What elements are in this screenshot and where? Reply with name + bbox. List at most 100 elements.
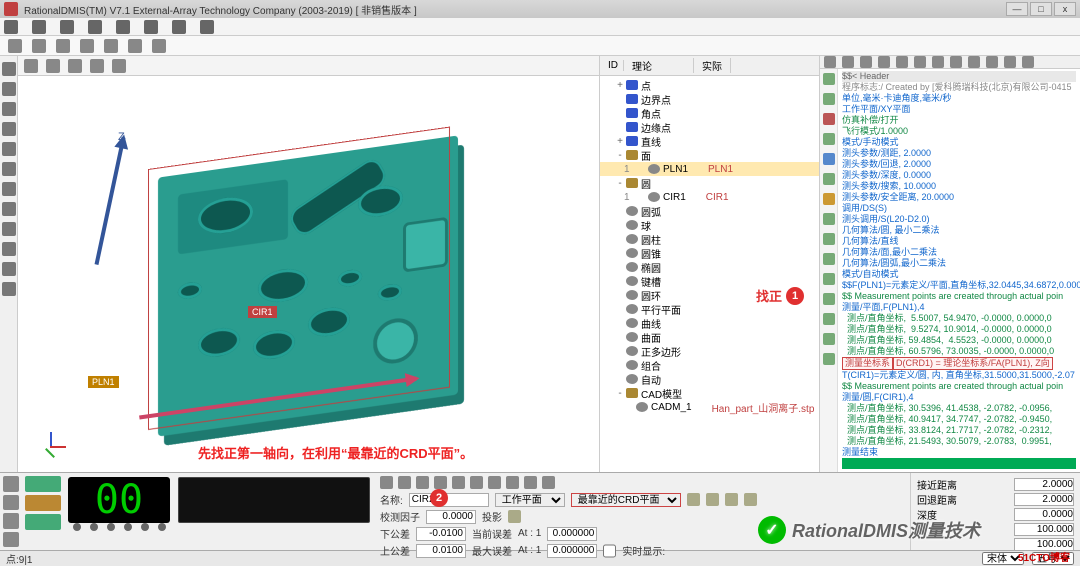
tree-row[interactable]: 组合 xyxy=(600,358,819,372)
tree-col-actual[interactable]: 实际 xyxy=(694,58,731,73)
gutter-icon[interactable] xyxy=(823,333,835,345)
menu-icon-8[interactable] xyxy=(200,20,214,34)
program-code[interactable]: $$< Header程序标志:/ Created by [爱科腾瑞科技(北京)有… xyxy=(838,69,1080,472)
form-tool-diamond-icon[interactable] xyxy=(380,476,393,489)
prog-icon[interactable] xyxy=(932,56,944,68)
tree-row[interactable]: 曲线 xyxy=(600,316,819,330)
tool-icon[interactable] xyxy=(2,182,16,196)
tool-icon[interactable] xyxy=(2,82,16,96)
bl-icon[interactable] xyxy=(3,513,19,529)
realtime-checkbox[interactable] xyxy=(603,544,616,558)
gutter-icon[interactable] xyxy=(823,73,835,85)
menu-icon-4[interactable] xyxy=(88,20,102,34)
prog-icon[interactable] xyxy=(950,56,962,68)
prog-icon[interactable] xyxy=(896,56,908,68)
form-tool-icon[interactable] xyxy=(488,476,501,489)
tool-icon[interactable] xyxy=(2,142,16,156)
tree-row[interactable]: 1CIR1CIR1 xyxy=(600,190,819,204)
tree-row[interactable]: 边缘点 xyxy=(600,120,819,134)
form-icon[interactable] xyxy=(706,493,719,506)
tool-icon[interactable] xyxy=(2,202,16,216)
gutter-icon[interactable] xyxy=(823,193,835,205)
tol-input[interactable] xyxy=(426,510,476,524)
gutter-icon[interactable] xyxy=(823,93,835,105)
gutter-icon[interactable] xyxy=(823,293,835,305)
feature-label-pln[interactable]: PLN1 xyxy=(88,376,119,388)
close-button[interactable]: x xyxy=(1054,2,1076,16)
form-tool-icon[interactable] xyxy=(398,476,411,489)
tree-col-theory[interactable]: 理论 xyxy=(624,58,694,73)
prog-icon[interactable] xyxy=(1004,56,1016,68)
tree-row[interactable]: 1PLN1PLN1 xyxy=(600,162,819,176)
qat-icon-4[interactable] xyxy=(80,39,94,53)
qat-open-icon[interactable] xyxy=(32,39,46,53)
feature-label-cir[interactable]: CIR1 xyxy=(248,306,277,318)
bm-icon[interactable] xyxy=(25,495,61,511)
qat-new-icon[interactable] xyxy=(8,39,22,53)
maximize-button[interactable]: □ xyxy=(1030,2,1052,16)
tool-icon[interactable] xyxy=(2,242,16,256)
tree-body[interactable]: +点边界点角点边缘点+直线-面1PLN1PLN1-圆1CIR1CIR1圆弧球圆柱… xyxy=(600,76,819,472)
tree-row[interactable]: -面 xyxy=(600,148,819,162)
tree-row[interactable]: CADM_1Han_part_山洞离子.stp xyxy=(600,400,819,414)
gutter-icon[interactable] xyxy=(823,153,835,165)
viewport-3d[interactable]: Z PLN1 CIR1 先找正第一轴向，在 xyxy=(18,56,600,472)
depth-input[interactable] xyxy=(1014,508,1074,521)
vp-tool-icon[interactable] xyxy=(90,59,104,73)
qat-icon-5[interactable] xyxy=(104,39,118,53)
bl-icon[interactable] xyxy=(3,532,19,548)
bl-icon[interactable] xyxy=(3,476,19,492)
form-icon[interactable] xyxy=(687,493,700,506)
tree-row[interactable]: 圆锥 xyxy=(600,246,819,260)
workplane-select[interactable]: 工作平面 xyxy=(495,493,565,507)
tree-row[interactable]: 椭圆 xyxy=(600,260,819,274)
form-icon[interactable] xyxy=(725,493,738,506)
prog-icon[interactable] xyxy=(914,56,926,68)
gutter-icon[interactable] xyxy=(823,253,835,265)
gutter-icon[interactable] xyxy=(823,173,835,185)
max-dev-num[interactable] xyxy=(547,544,597,558)
gutter-icon[interactable] xyxy=(823,353,835,365)
prog-icon[interactable] xyxy=(986,56,998,68)
tree-row[interactable]: 圆弧 xyxy=(600,204,819,218)
warn-icon[interactable] xyxy=(508,510,521,523)
prog-save-icon[interactable] xyxy=(860,56,872,68)
tool-icon[interactable] xyxy=(2,222,16,236)
vp-tool-icon[interactable] xyxy=(112,59,126,73)
qat-save-icon[interactable] xyxy=(56,39,70,53)
tree-row[interactable]: 正多边形 xyxy=(600,344,819,358)
tool-icon[interactable] xyxy=(2,122,16,136)
graph-canvas[interactable] xyxy=(178,477,370,523)
menu-icon-3[interactable] xyxy=(60,20,74,34)
form-icon[interactable] xyxy=(744,493,757,506)
tool-icon[interactable] xyxy=(2,102,16,116)
param-input[interactable] xyxy=(1014,523,1074,536)
form-tool-icon[interactable] xyxy=(416,476,429,489)
gutter-icon[interactable] xyxy=(823,113,835,125)
retract-input[interactable] xyxy=(1014,493,1074,506)
bm-icon[interactable] xyxy=(25,476,61,492)
vp-tool-icon[interactable] xyxy=(46,59,60,73)
prog-new-icon[interactable] xyxy=(824,56,836,68)
tree-row[interactable]: 角点 xyxy=(600,106,819,120)
tree-row[interactable]: 边界点 xyxy=(600,92,819,106)
tree-row[interactable]: 曲面 xyxy=(600,330,819,344)
gutter-icon[interactable] xyxy=(823,233,835,245)
crd-plane-select[interactable]: 最靠近的CRD平面 xyxy=(571,493,681,507)
tool-icon[interactable] xyxy=(2,262,16,276)
prog-open-icon[interactable] xyxy=(842,56,854,68)
gutter-icon[interactable] xyxy=(823,313,835,325)
vp-tool-icon[interactable] xyxy=(68,59,82,73)
tool-icon[interactable] xyxy=(2,162,16,176)
vp-tool-icon[interactable] xyxy=(24,59,38,73)
tree-row[interactable]: +点 xyxy=(600,78,819,92)
form-tool-icon[interactable] xyxy=(542,476,555,489)
tree-row[interactable]: -圆 xyxy=(600,176,819,190)
form-tool-icon[interactable] xyxy=(506,476,519,489)
viewport-canvas[interactable]: Z PLN1 CIR1 先找正第一轴向，在 xyxy=(18,76,599,472)
qat-icon-7[interactable] xyxy=(152,39,166,53)
bm-icon[interactable] xyxy=(25,514,61,530)
prog-icon[interactable] xyxy=(1022,56,1034,68)
tree-row[interactable]: 圆柱 xyxy=(600,232,819,246)
lower-input[interactable] xyxy=(416,527,466,541)
